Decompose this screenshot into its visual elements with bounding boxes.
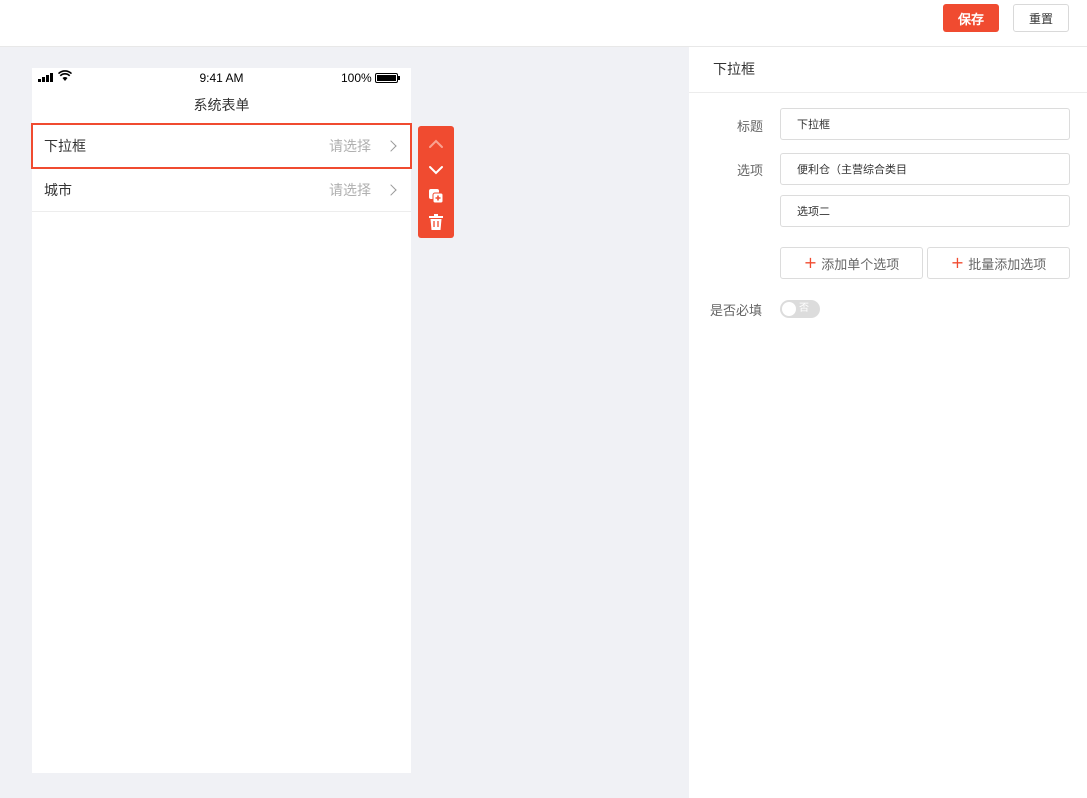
phone-preview: 9:41 AM 100% 系统表单 下拉框 请选择 城市 请选择 <box>31 68 412 773</box>
toggle-text: 否 <box>799 303 809 314</box>
row-label: 下拉框 <box>44 139 86 155</box>
toggle-knob <box>782 302 796 316</box>
required-field-label: 是否必填 <box>710 304 763 319</box>
chevron-right-icon <box>385 183 397 196</box>
field-toolbar <box>418 126 454 238</box>
plus-icon: + <box>803 253 818 272</box>
title-field-label: 标题 <box>737 120 764 135</box>
top-bar: 保存 重置 <box>0 0 1087 47</box>
chevron-right-icon <box>385 140 397 152</box>
row-placeholder: 请选择 <box>329 182 371 199</box>
move-up-icon[interactable] <box>426 133 446 155</box>
form-row-city[interactable]: 城市 请选择 <box>32 168 411 212</box>
options-field-label: 选项 <box>737 164 764 179</box>
add-single-option-label: 添加单个选项 <box>821 257 900 273</box>
required-toggle[interactable]: 否 <box>780 300 820 318</box>
option-input-2[interactable] <box>780 195 1070 227</box>
add-single-option-button[interactable]: + 添加单个选项 <box>780 247 923 279</box>
plus-icon: + <box>950 253 965 272</box>
properties-panel: 下拉框 标题 选项 + 添加单个选项 + 批量添加选项 是否必填 否 <box>689 47 1087 798</box>
copy-icon[interactable] <box>426 185 446 207</box>
battery-icon <box>375 73 400 83</box>
move-down-icon[interactable] <box>426 159 446 181</box>
title-input[interactable] <box>780 108 1070 140</box>
reset-button[interactable]: 重置 <box>1013 4 1069 32</box>
status-bar: 9:41 AM 100% <box>32 68 411 88</box>
row-label: 城市 <box>44 182 72 199</box>
phone-form-title: 系统表单 <box>193 98 250 114</box>
panel-heading: 下拉框 <box>689 47 1087 93</box>
row-placeholder: 请选择 <box>329 139 371 155</box>
batch-add-options-label: 批量添加选项 <box>968 257 1047 273</box>
form-row-dropdown[interactable]: 下拉框 请选择 <box>31 123 412 169</box>
option-input-1[interactable] <box>780 153 1070 185</box>
battery-percent: 100% <box>341 71 372 85</box>
batch-add-options-button[interactable]: + 批量添加选项 <box>927 247 1070 279</box>
trash-icon[interactable] <box>426 211 446 233</box>
save-button[interactable]: 保存 <box>943 4 999 32</box>
